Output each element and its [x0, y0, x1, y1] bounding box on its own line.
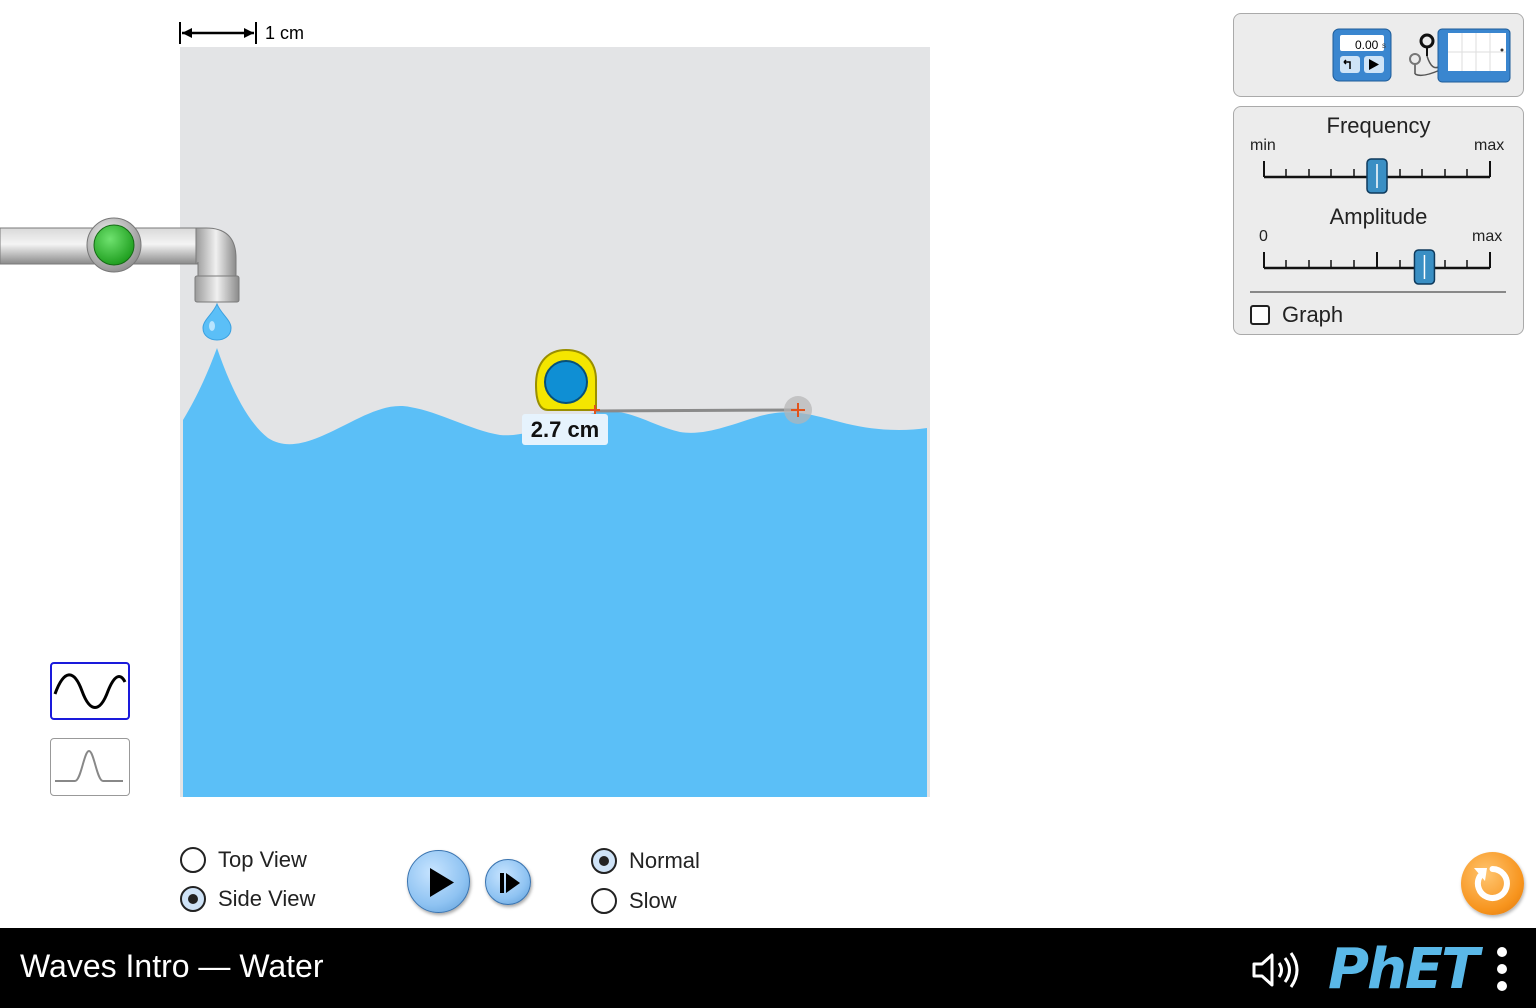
amplitude-min-label: 0	[1259, 228, 1268, 245]
sim-screen: 2.7 cm 1 cm Top View Side View Normal Sl…	[0, 0, 1536, 1008]
frequency-min-label: min	[1250, 137, 1276, 154]
measurement-toolbox: 0.00 s	[1233, 13, 1524, 97]
reset-all-button[interactable]	[1461, 852, 1524, 915]
reset-icon	[1474, 866, 1510, 901]
slow-speed-radio-circle[interactable]	[591, 888, 617, 914]
tape-measure-tape	[594, 408, 799, 413]
tape-measure-body[interactable]	[534, 348, 597, 411]
frequency-max-label: max	[1474, 137, 1505, 154]
stopwatch-icon[interactable]	[1332, 28, 1392, 82]
scale-indicator-icon	[179, 22, 257, 44]
slow-speed-radio[interactable]: Slow	[591, 888, 677, 914]
water-scene	[0, 47, 930, 797]
stopwatch-readout: 0.00	[1355, 38, 1379, 52]
continuous-wave-button[interactable]	[50, 662, 130, 720]
amplitude-title: Amplitude	[1329, 204, 1428, 229]
step-forward-icon	[500, 873, 520, 893]
wave-controls-panel: Frequency min max Amplitude 0 max Graph	[1233, 106, 1524, 335]
top-view-radio[interactable]: Top View	[180, 847, 307, 873]
frequency-slider-thumb[interactable]	[1366, 158, 1388, 194]
amplitude-max-label: max	[1472, 228, 1503, 245]
normal-speed-radio-circle[interactable]	[591, 848, 617, 874]
graph-checkbox[interactable]: Graph	[1250, 302, 1343, 328]
frequency-title: Frequency	[1326, 113, 1431, 138]
kebab-menu-icon[interactable]	[1492, 945, 1512, 993]
normal-speed-radio[interactable]: Normal	[591, 848, 700, 874]
graph-checkbox-box[interactable]	[1250, 305, 1270, 325]
pulse-icon	[55, 749, 123, 782]
play-icon	[430, 868, 454, 897]
amplitude-slider[interactable]	[1260, 246, 1494, 286]
pulse-wave-button[interactable]	[50, 738, 130, 796]
phet-logo[interactable]: PhET	[1328, 937, 1479, 1002]
side-view-radio-circle[interactable]	[180, 886, 206, 912]
play-button[interactable]	[407, 850, 470, 913]
normal-speed-label: Normal	[629, 848, 700, 873]
panel-divider	[1250, 291, 1506, 293]
top-view-radio-circle[interactable]	[180, 847, 206, 873]
amplitude-slider-thumb[interactable]	[1413, 249, 1436, 285]
sim-title: Waves Intro — Water	[20, 948, 324, 984]
audio-icon[interactable]	[1250, 950, 1304, 990]
top-view-label: Top View	[218, 847, 307, 872]
scale-label: 1 cm	[265, 23, 305, 43]
side-view-label: Side View	[218, 886, 316, 911]
tape-measure-readout: 2.7 cm	[522, 414, 608, 445]
graph-label: Graph	[1282, 302, 1344, 327]
amplitude-slider-track	[1263, 252, 1491, 270]
faucet-toggle-button[interactable]	[86, 217, 142, 273]
slow-speed-label: Slow	[629, 888, 677, 913]
sine-wave-icon	[53, 673, 127, 709]
stopwatch-unit: s	[1382, 41, 1386, 50]
navigation-bar: Waves Intro — Water PhET	[0, 928, 1536, 1008]
side-view-radio[interactable]: Side View	[180, 886, 315, 912]
wave-detector-icon[interactable]	[1408, 26, 1512, 84]
frequency-slider[interactable]	[1260, 155, 1494, 195]
step-forward-button[interactable]	[485, 859, 531, 905]
